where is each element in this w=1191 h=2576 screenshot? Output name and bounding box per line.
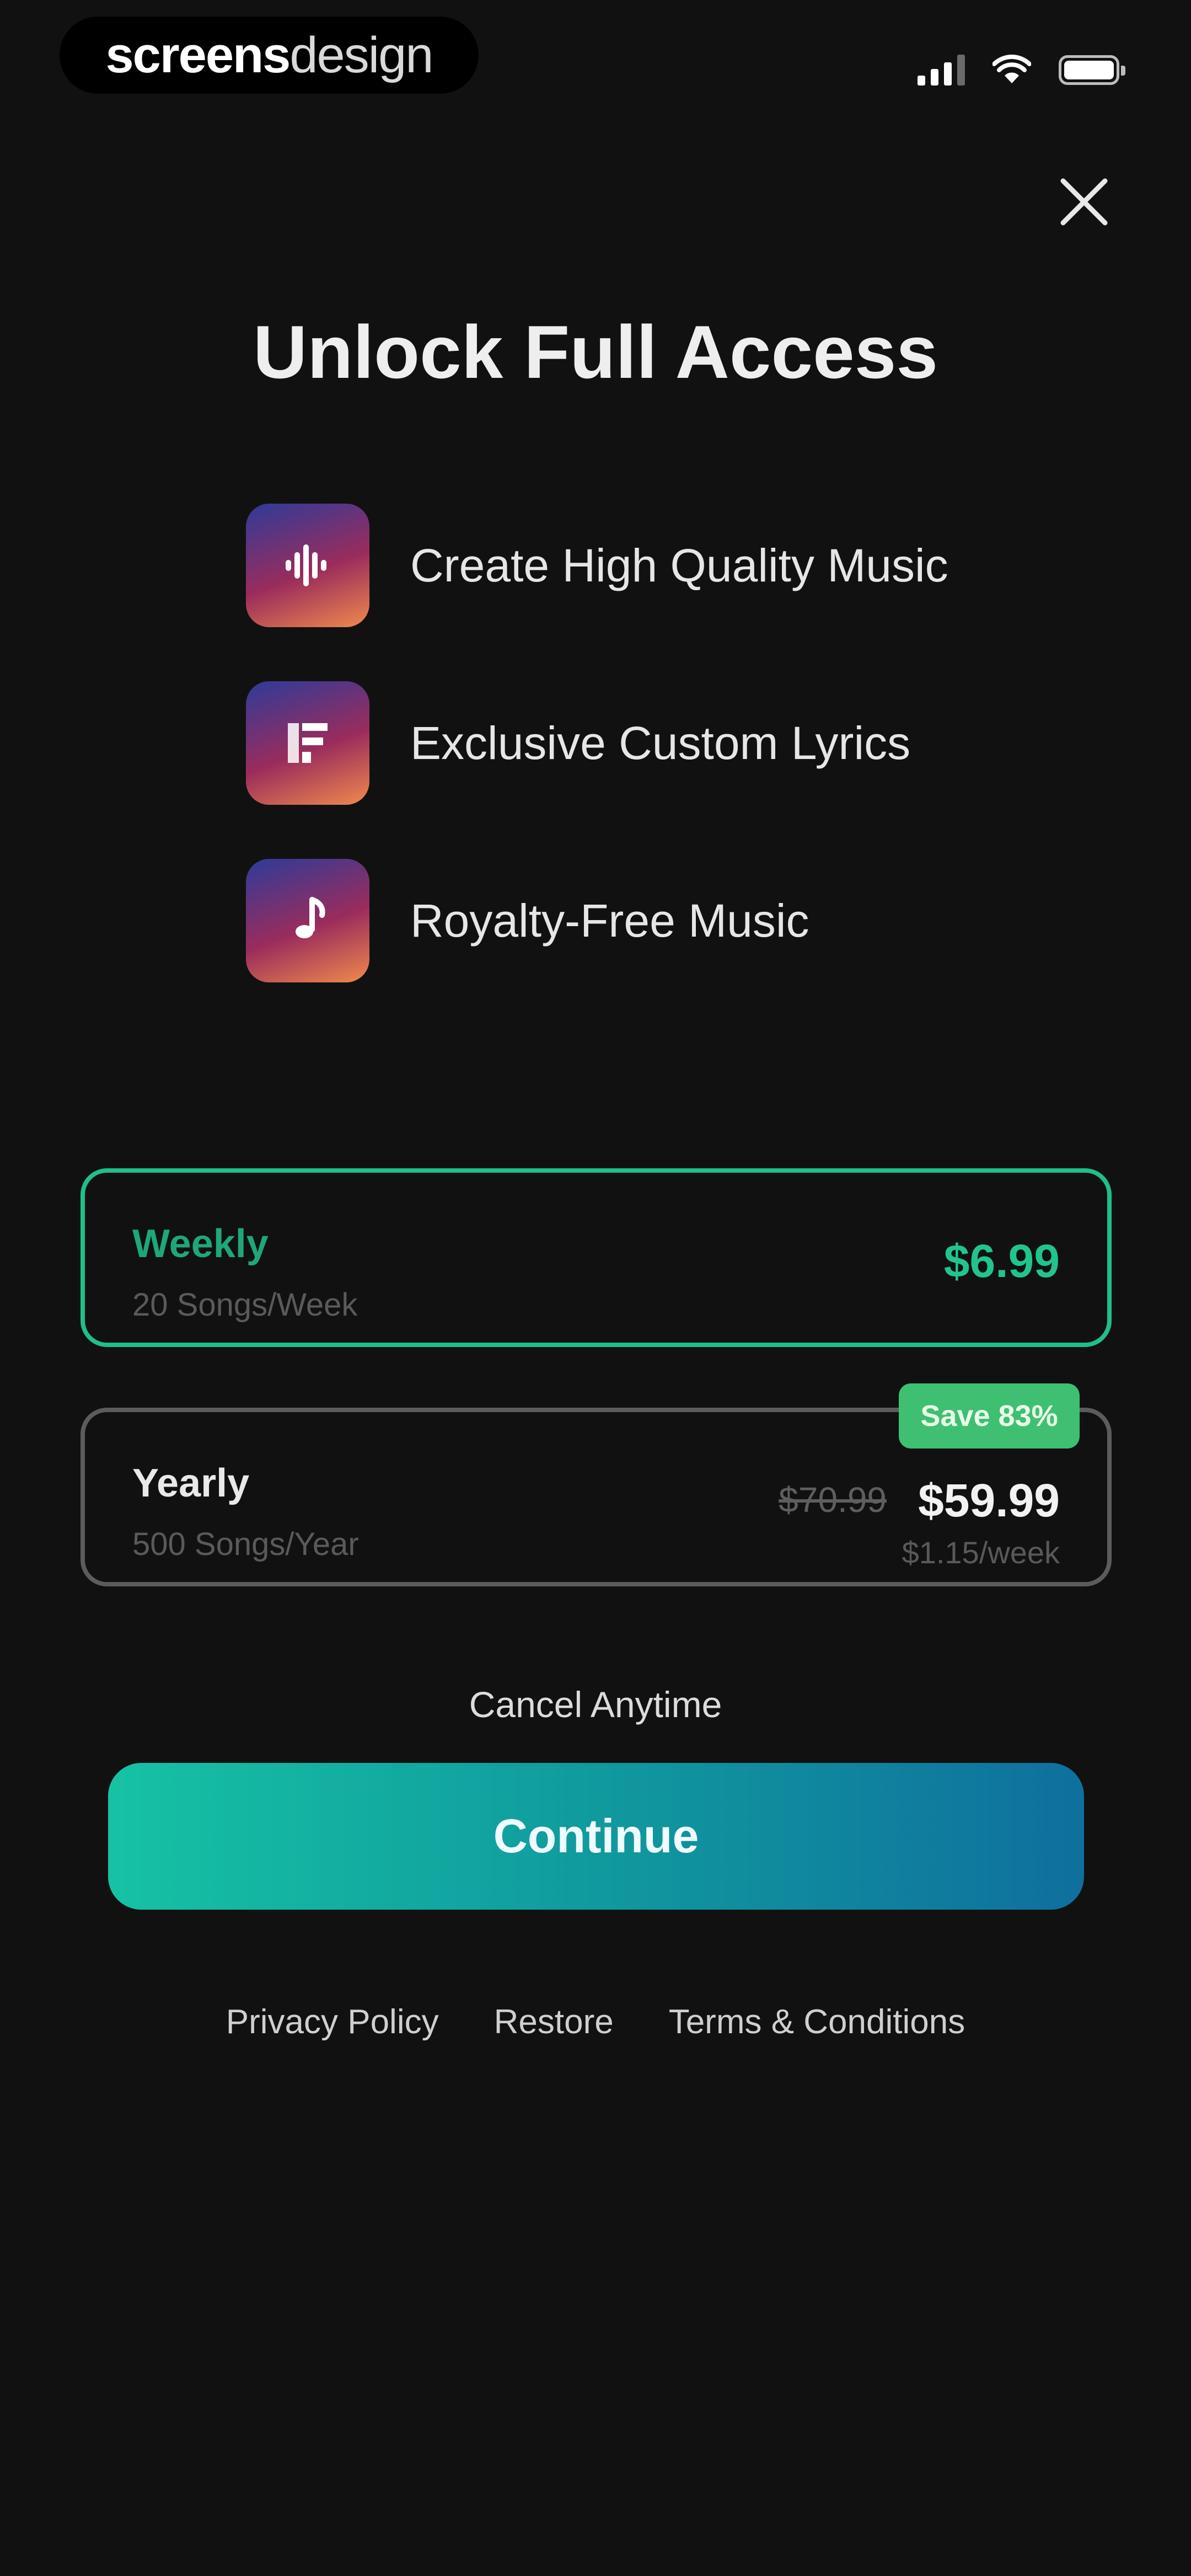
feature-item: Royalty-Free Music	[246, 857, 1018, 984]
plan-price: $6.99	[943, 1235, 1060, 1287]
page-title: Unlock Full Access	[253, 310, 938, 394]
plan-name: Weekly	[132, 1222, 269, 1266]
cancel-anytime-note: Cancel Anytime	[469, 1684, 722, 1725]
plan-price-per-week: $1.15/week	[902, 1535, 1060, 1570]
status-bar: screens design	[0, 0, 1191, 121]
plan-name: Yearly	[132, 1461, 250, 1505]
feature-item: Create High Quality Music	[246, 502, 1018, 629]
brand-logo-strong: screens	[105, 26, 291, 83]
waveform-icon	[246, 504, 369, 627]
feature-label: Create High Quality Music	[410, 539, 948, 591]
close-icon	[1060, 178, 1108, 226]
restore-link[interactable]: Restore	[494, 2002, 614, 2041]
music-note-icon	[246, 859, 369, 982]
brand-logo: screens design	[60, 17, 479, 94]
signal-icon	[918, 55, 965, 85]
plan-subtitle: 500 Songs/Year	[132, 1526, 359, 1562]
feature-label: Exclusive Custom Lyrics	[410, 717, 911, 769]
brand-logo-light: design	[289, 26, 433, 83]
plan-subtitle: 20 Songs/Week	[132, 1287, 358, 1323]
lyrics-icon	[246, 681, 369, 805]
plan-original-price: $70.99	[779, 1480, 887, 1520]
continue-button[interactable]: Continue	[108, 1763, 1084, 1910]
feature-list: Create High Quality Music Exclusive Cust…	[246, 502, 1018, 1035]
terms-link[interactable]: Terms & Conditions	[669, 2002, 965, 2041]
feature-item: Exclusive Custom Lyrics	[246, 680, 1018, 806]
privacy-policy-link[interactable]: Privacy Policy	[226, 2002, 439, 2041]
close-button[interactable]	[1051, 169, 1117, 235]
save-badge: Save 83%	[899, 1383, 1080, 1449]
wifi-icon	[993, 55, 1031, 83]
plan-option-weekly[interactable]: Weekly 20 Songs/Week $6.99	[81, 1168, 1112, 1347]
status-icons	[918, 45, 1125, 95]
plan-price: $59.99	[918, 1474, 1060, 1526]
feature-label: Royalty-Free Music	[410, 894, 809, 947]
battery-level	[1064, 61, 1114, 79]
battery-icon	[1059, 55, 1125, 85]
footer-links: Privacy Policy Restore Terms & Condition…	[0, 2002, 1191, 2041]
